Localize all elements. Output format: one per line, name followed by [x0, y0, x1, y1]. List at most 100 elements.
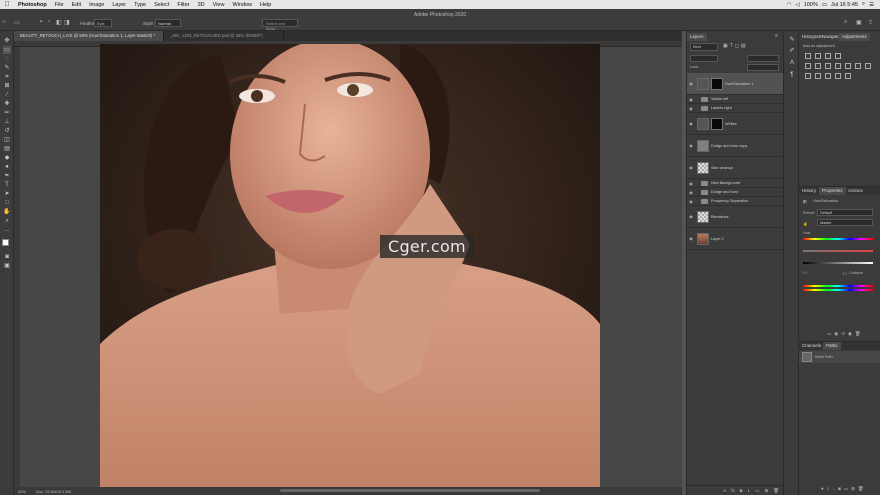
tab-history[interactable]: History: [799, 187, 819, 195]
properties-footer-icons[interactable]: ▭◉↺◉🗑: [827, 331, 864, 337]
menu-help[interactable]: Help: [256, 2, 275, 8]
visibility-eye-icon[interactable]: ◉: [687, 165, 695, 170]
link-layers-icon[interactable]: ∞: [723, 488, 726, 493]
layer-filter-select[interactable]: Kind: [690, 43, 718, 51]
menu-filter[interactable]: Filter: [173, 2, 193, 8]
move-tool-icon[interactable]: ✥: [3, 37, 11, 45]
menu-image[interactable]: Image: [85, 2, 108, 8]
visibility-eye-icon[interactable]: ◉: [687, 181, 695, 186]
hue-slider-track[interactable]: [803, 238, 873, 240]
selective-color-icon[interactable]: [835, 73, 841, 79]
layer-name[interactable]: Layer 0: [711, 237, 724, 241]
layer-hue-saturation[interactable]: ◉ Hue/Saturation 1: [687, 73, 783, 95]
wifi-icon[interactable]: ◠: [787, 2, 792, 8]
layer-name[interactable]: Visible left: [711, 97, 728, 101]
quick-mask-icon[interactable]: ◙: [3, 253, 11, 261]
visibility-eye-icon[interactable]: ◉: [687, 81, 695, 86]
hand-tool-icon[interactable]: ✋: [3, 208, 11, 216]
share-icon[interactable]: ⇪: [868, 19, 873, 26]
frame-tool-icon[interactable]: ⊠: [3, 82, 11, 90]
layer-0[interactable]: ◉ Layer 0: [687, 228, 783, 250]
brightness-contrast-icon[interactable]: [805, 53, 811, 59]
path-name[interactable]: Work Path: [815, 355, 833, 359]
canvas-image[interactable]: [100, 44, 600, 490]
lightness-slider-track[interactable]: [803, 262, 873, 264]
tab-layers[interactable]: Layers: [687, 33, 707, 41]
menu-select[interactable]: Select: [150, 2, 173, 8]
menu-app-name[interactable]: Photoshop: [14, 2, 51, 8]
horizontal-scrollbar[interactable]: [280, 489, 540, 492]
style-select[interactable]: Normal: [155, 19, 181, 27]
channel-mixer-icon[interactable]: [855, 63, 861, 69]
eraser-tool-icon[interactable]: ◫: [3, 136, 11, 144]
marquee-tool-icon[interactable]: ▭: [3, 46, 11, 54]
targeted-adjust-icon[interactable]: ☝: [803, 221, 808, 226]
visibility-eye-icon[interactable]: ◉: [687, 121, 695, 126]
layer-group-frequency-separation[interactable]: ◉ Frequency Separation: [687, 197, 783, 206]
menu-type[interactable]: Type: [130, 2, 150, 8]
search-icon[interactable]: ⌕: [844, 19, 847, 26]
lasso-tool-icon[interactable]: ◌: [3, 55, 11, 63]
battery-icon[interactable]: ▭: [822, 2, 827, 8]
zoom-level[interactable]: 40%: [18, 489, 26, 494]
visibility-eye-icon[interactable]: ◉: [687, 190, 695, 195]
intersect-selection-icon[interactable]: ◨: [64, 19, 70, 26]
menu-layer[interactable]: Layer: [108, 2, 130, 8]
layer-style-icon[interactable]: fx: [731, 488, 735, 493]
new-selection-icon[interactable]: ▪: [40, 19, 42, 25]
paragraph-icon[interactable]: ¶: [788, 71, 796, 79]
visibility-eye-icon[interactable]: ◉: [687, 236, 695, 241]
workspace-icon[interactable]: ▣: [856, 19, 862, 26]
layer-group-lashes-right[interactable]: ◉ Lashes right: [687, 104, 783, 113]
eyedropper-tool-icon[interactable]: ⁄: [3, 91, 11, 99]
doc-tab-beauty-retouch[interactable]: BEAUTY_RETOUCH_LIVE @ 58% (Hue/Saturatio…: [14, 31, 164, 41]
layer-mask-thumbnail[interactable]: [711, 117, 723, 130]
screen-mode-icon[interactable]: ▣: [3, 262, 11, 270]
invert-icon[interactable]: [805, 73, 811, 79]
layer-name[interactable]: Dodge and burn copy: [711, 144, 747, 148]
visibility-eye-icon[interactable]: ◉: [687, 106, 695, 111]
exposure-icon[interactable]: [835, 53, 841, 59]
clock[interactable]: Jul 16 5:45: [831, 2, 858, 8]
home-icon[interactable]: ⌂: [2, 19, 6, 25]
brush-settings-icon[interactable]: ✐: [788, 47, 796, 55]
blend-mode-select[interactable]: [690, 55, 718, 62]
layer-name[interactable]: Whites: [725, 122, 737, 126]
paths-footer-icons[interactable]: ●○◌◙▭⊞🗑: [821, 486, 867, 492]
quick-selection-tool-icon[interactable]: ✎: [3, 64, 11, 72]
colorize-checkbox[interactable]: ☐: [843, 271, 846, 276]
color-lookup-icon[interactable]: [865, 63, 871, 69]
menu-3d[interactable]: 3D: [194, 2, 209, 8]
panel-menu-icon[interactable]: ≡: [775, 33, 778, 39]
marquee-options-icon[interactable]: ▭: [14, 19, 20, 26]
layer-mask-thumbnail[interactable]: [711, 77, 723, 90]
path-selection-tool-icon[interactable]: ➤: [3, 190, 11, 198]
zoom-tool-icon[interactable]: ⌕: [3, 217, 11, 225]
layer-name[interactable]: Frequency Separation: [711, 199, 748, 203]
history-brush-tool-icon[interactable]: ↺: [3, 127, 11, 135]
layer-name[interactable]: New Background: [711, 181, 740, 185]
visibility-eye-icon[interactable]: ◉: [687, 97, 695, 102]
foreground-color-swatch[interactable]: [2, 239, 9, 246]
fill-input[interactable]: [747, 64, 779, 71]
dodge-tool-icon[interactable]: ●: [3, 163, 11, 171]
layer-blemishes[interactable]: ◉ Blemishes: [687, 206, 783, 228]
path-row-work-path[interactable]: Work Path: [799, 351, 880, 363]
color-balance-icon[interactable]: [825, 63, 831, 69]
curves-icon[interactable]: [825, 53, 831, 59]
filter-icons[interactable]: ▣T◻▤: [723, 43, 748, 49]
layer-whites[interactable]: ◉ Whites: [687, 113, 783, 135]
opacity-input[interactable]: [747, 55, 779, 62]
saturation-slider-track[interactable]: [803, 250, 873, 252]
new-adjustment-icon[interactable]: ◐: [748, 488, 751, 493]
levels-icon[interactable]: [815, 53, 821, 59]
menu-window[interactable]: Window: [228, 2, 256, 8]
layer-skin-cleanup[interactable]: ◉ Skin cleanup: [687, 157, 783, 179]
search-icon[interactable]: ⌕: [862, 1, 865, 8]
tool-presets-icon[interactable]: ✎: [788, 36, 796, 44]
black-white-icon[interactable]: [835, 63, 841, 69]
new-layer-icon[interactable]: ⊞: [765, 488, 769, 494]
menu-edit[interactable]: Edit: [68, 2, 85, 8]
tab-actions[interactable]: Actions: [845, 187, 866, 195]
control-center-icon[interactable]: ☰: [869, 2, 874, 8]
